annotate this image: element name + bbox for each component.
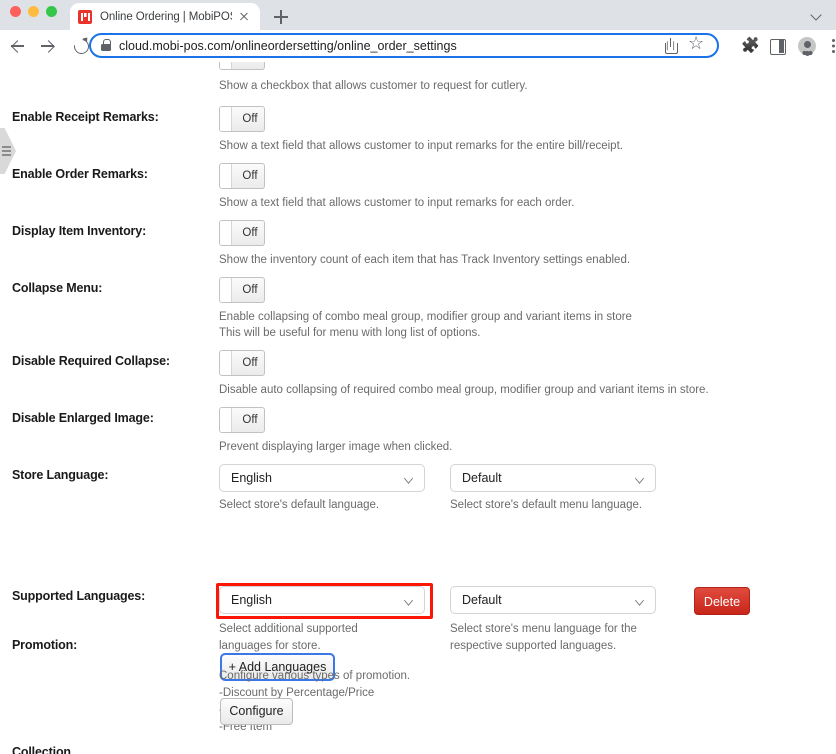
bookmark-star-icon[interactable] (687, 33, 707, 56)
toggle-state-label: Off (234, 62, 266, 69)
setting-label-collection: Collection (12, 746, 71, 754)
delete-supported-language-button[interactable]: Delete (694, 587, 750, 615)
address-bar[interactable]: cloud.mobi-pos.com/onlineordersetting/on… (89, 33, 719, 58)
chrome-menu-icon[interactable] (823, 36, 836, 56)
supported-menu-language-select[interactable]: Default (450, 586, 656, 614)
toggle-knob (220, 408, 232, 432)
back-icon[interactable] (3, 32, 31, 60)
toggle-enable-order-remarks[interactable]: Off (219, 163, 265, 189)
setting-description: Show the inventory count of each item th… (219, 254, 631, 266)
toggle-enable-receipt-remarks[interactable]: Off (219, 106, 265, 132)
toggle-state-label: Off (242, 357, 258, 369)
store-language-value: English (231, 471, 272, 485)
setting-description: Show a checkbox that allows customer to … (219, 80, 528, 92)
setting-description: Disable auto collapsing of required comb… (219, 384, 709, 396)
store-menu-language-description: Select store's default menu language. (450, 499, 643, 511)
new-tab-button[interactable] (270, 6, 292, 28)
toggle-knob (220, 164, 232, 188)
promotion-description-line1: Configure various types of promotion. (219, 670, 411, 682)
setting-label: Enable Receipt Remarks: (12, 110, 159, 124)
browser-tab-title: Online Ordering | MobiPOS (100, 10, 232, 23)
close-window-button[interactable] (10, 6, 21, 17)
toggle-state-label: Off (242, 227, 258, 239)
chevron-down-icon (634, 473, 645, 484)
toggle-state-label: Off (242, 170, 258, 182)
setting-label: Store Language: (12, 468, 109, 482)
chevron-down-icon (403, 473, 414, 484)
setting-label: Collapse Menu: (12, 281, 103, 295)
toggle-knob (220, 62, 232, 69)
close-tab-icon[interactable] (236, 9, 252, 25)
browser-chrome: Online Ordering | MobiPOS cloud.mobi-pos… (0, 0, 836, 62)
chevron-down-icon (634, 595, 645, 606)
settings-page: Display Cutlery Request: Off Show a chec… (0, 62, 836, 754)
supported-language-highlight-box (216, 583, 433, 619)
toggle-knob (220, 278, 232, 302)
window-traffic-lights (10, 6, 57, 17)
share-icon[interactable] (661, 36, 681, 56)
lock-icon (101, 38, 111, 52)
setting-label: Disable Required Collapse: (12, 354, 170, 368)
toggle-knob (220, 221, 232, 245)
supported-language-description: Select additional supported languages fo… (219, 623, 358, 652)
setting-description: Show a text field that allows customer t… (219, 197, 575, 209)
address-bar-url: cloud.mobi-pos.com/onlineordersetting/on… (119, 38, 457, 53)
maximize-window-button[interactable] (46, 6, 57, 17)
store-language-description: Select store's default language. (219, 499, 380, 511)
minimize-window-button[interactable] (28, 6, 39, 17)
profile-avatar-icon[interactable] (797, 36, 817, 56)
tab-search-chevron-down-icon[interactable] (811, 10, 822, 21)
toggle-display-cutlery-request[interactable]: Off (219, 62, 265, 70)
setting-description-line2: This will be useful for menu with long l… (219, 327, 481, 339)
extensions-puzzle-icon[interactable] (741, 36, 761, 56)
setting-description: Prevent displaying larger image when cli… (219, 441, 453, 453)
hamburger-icon (2, 146, 11, 148)
toggle-state-label: Off (242, 284, 258, 296)
store-menu-language-value: Default (462, 471, 502, 485)
setting-label: Display Item Inventory: (12, 224, 147, 238)
store-language-select[interactable]: English (219, 464, 425, 492)
mobipos-favicon-icon (78, 9, 92, 24)
store-menu-language-select[interactable]: Default (450, 464, 656, 492)
toggle-state-label: Off (242, 113, 258, 125)
supported-menu-language-description: Select store's menu language for the res… (450, 623, 637, 652)
setting-description: Show a text field that allows customer t… (219, 140, 623, 152)
toggle-disable-required-collapse[interactable]: Off (219, 350, 265, 376)
side-panel-icon[interactable] (767, 36, 787, 56)
browser-tab[interactable]: Online Ordering | MobiPOS (70, 3, 260, 30)
toggle-knob (220, 107, 232, 131)
supported-menu-language-value: Default (462, 593, 502, 607)
configure-promotion-button[interactable]: Configure (220, 698, 293, 725)
setting-label: Enable Order Remarks: (12, 167, 148, 181)
toggle-disable-enlarged-image[interactable]: Off (219, 407, 265, 433)
toggle-knob (220, 351, 232, 375)
toggle-display-item-inventory[interactable]: Off (219, 220, 265, 246)
setting-label: Promotion: (12, 638, 78, 652)
setting-description: Enable collapsing of combo meal group, m… (219, 311, 632, 323)
setting-label: Supported Languages: (12, 589, 146, 603)
setting-label: Disable Enlarged Image: (12, 411, 154, 425)
tab-strip: Online Ordering | MobiPOS (0, 0, 836, 30)
toggle-state-label: Off (242, 414, 258, 426)
forward-icon[interactable] (34, 32, 62, 60)
toggle-collapse-menu[interactable]: Off (219, 277, 265, 303)
